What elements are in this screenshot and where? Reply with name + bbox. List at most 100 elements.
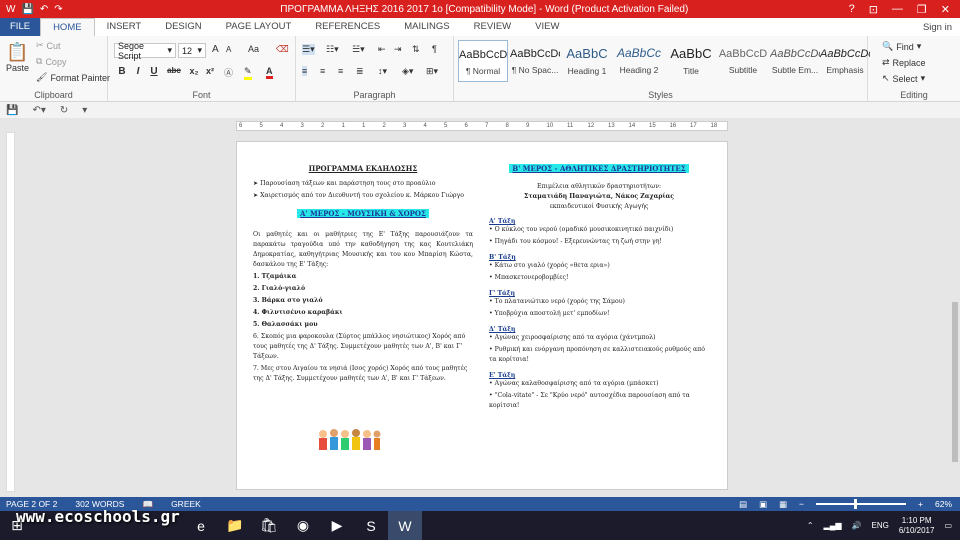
bullets-icon[interactable]: ☰▾ <box>302 44 315 55</box>
file-explorer-icon[interactable]: 📁 <box>218 511 252 540</box>
text-effects-icon[interactable]: Ⓐ <box>224 66 233 79</box>
clear-formatting-icon[interactable]: ⌫ <box>276 44 289 55</box>
bold-button[interactable]: B <box>114 66 130 77</box>
style-no-spacing[interactable]: AaBbCcDc ¶ No Spac... <box>510 40 560 82</box>
save-icon[interactable]: 💾 <box>6 105 18 116</box>
redo-icon[interactable]: ↷ <box>54 4 62 15</box>
tab-view[interactable]: VIEW <box>523 18 571 36</box>
zoom-out-icon[interactable]: − <box>799 499 804 509</box>
subscript-button[interactable]: x₂ <box>186 66 202 76</box>
volume-icon[interactable]: 🔊 <box>852 521 862 530</box>
grow-font-button[interactable]: A <box>212 44 219 55</box>
ruler-tick: 10 <box>546 123 554 129</box>
notifications-icon[interactable]: ▭ <box>944 521 952 530</box>
tray-chevron-icon[interactable]: ⌃ <box>807 521 814 530</box>
zoom-slider[interactable] <box>816 499 907 509</box>
numbering-icon[interactable]: ☷▾ <box>326 44 339 55</box>
clock[interactable]: 1:10 PM 6/10/2017 <box>899 516 935 536</box>
style-subtitle[interactable]: AaBbCcD Subtitle <box>718 40 768 82</box>
right-column: Β' ΜΕΡΟΣ - ΑΘΛΗΤΙΚΕΣ ΔΡΑΣΤΗΡΙΟΤΗΤΕΣ Επιμ… <box>489 164 709 413</box>
media-player-icon[interactable]: ▶ <box>320 511 354 540</box>
tab-mailings[interactable]: MAILINGS <box>392 18 461 36</box>
network-icon[interactable]: ▂▄▆ <box>824 521 842 530</box>
multilevel-list-icon[interactable]: ☱▾ <box>352 44 365 55</box>
horizontal-ruler[interactable]: 6 5 4 3 2 1 1 2 3 4 5 6 7 8 9 10 11 12 13 14 15 16 17 18 <box>236 121 728 131</box>
class-title: Ε' Τάξη <box>489 372 516 379</box>
align-right-icon[interactable]: ≡ <box>338 66 343 76</box>
read-mode-icon[interactable]: ▤ <box>739 499 747 510</box>
font-color-icon[interactable]: A <box>266 66 273 79</box>
word-icon[interactable]: W <box>6 4 15 15</box>
tab-insert[interactable]: INSERT <box>95 18 154 36</box>
children-clipart <box>319 429 381 450</box>
skype-icon[interactable]: S <box>354 511 388 540</box>
song-item: 7. Μες στου Αιγαίου τα νησιά (Ισος χορός… <box>253 365 468 382</box>
highlight-icon[interactable]: ✎ <box>244 66 252 80</box>
increase-indent-icon[interactable]: ⇥ <box>394 44 402 55</box>
cut-button[interactable]: ✂ Cut <box>36 40 61 51</box>
style-heading-2[interactable]: AaBbCc Heading 2 <box>614 40 664 82</box>
close-button[interactable]: ✕ <box>941 3 950 16</box>
edge-icon[interactable]: e <box>184 511 218 540</box>
store-icon[interactable]: 🛍 <box>252 511 286 540</box>
superscript-button[interactable]: x² <box>202 66 218 76</box>
chrome-icon[interactable]: ◉ <box>286 511 320 540</box>
keyboard-language[interactable]: ENG <box>872 521 889 530</box>
tab-file[interactable]: FILE <box>0 18 41 36</box>
font-size-select[interactable]: 12 ▾ <box>178 43 206 58</box>
undo-icon[interactable]: ↶▾ <box>32 105 45 116</box>
tab-page-layout[interactable]: PAGE LAYOUT <box>214 18 304 36</box>
show-formatting-button[interactable]: ¶ <box>432 44 437 54</box>
undo-icon[interactable]: ↶ <box>40 4 48 15</box>
strikethrough-button[interactable]: abc <box>164 66 184 75</box>
italic-button[interactable]: I <box>130 66 146 77</box>
scrollbar-thumb[interactable] <box>952 302 958 462</box>
class-title: Γ' Τάξη <box>489 290 515 297</box>
font-name-select[interactable]: Segoe Script ▾ <box>114 41 176 61</box>
borders-icon[interactable]: ⊞▾ <box>426 66 438 77</box>
style-subtle-emphasis[interactable]: AaBbCcDc Subtle Em... <box>770 40 820 82</box>
sign-in-link[interactable]: Sign in <box>923 22 960 33</box>
redo-icon[interactable]: ↻ <box>60 105 68 116</box>
vertical-scrollbar[interactable] <box>950 132 960 494</box>
style-heading-1[interactable]: AaBbC Heading 1 <box>562 40 612 82</box>
format-painter-button[interactable]: 🖌 Format Painter <box>36 72 110 83</box>
customize-icon[interactable]: ▾ <box>82 105 87 116</box>
align-left-icon[interactable]: ≡ <box>302 66 308 76</box>
shrink-font-button[interactable]: A <box>226 45 231 54</box>
tab-review[interactable]: REVIEW <box>462 18 523 36</box>
align-center-icon[interactable]: ≡ <box>320 66 325 76</box>
minimize-button[interactable]: — <box>892 3 903 16</box>
zoom-level[interactable]: 62% <box>935 499 952 509</box>
tab-design[interactable]: DESIGN <box>153 18 213 36</box>
sort-icon[interactable]: ⇅ <box>412 44 420 55</box>
help-button[interactable]: ? <box>849 3 855 16</box>
print-layout-icon[interactable]: ▣ <box>759 499 767 510</box>
zoom-in-icon[interactable]: + <box>918 499 923 509</box>
select-button[interactable]: ↖ Select ▾ <box>882 73 925 84</box>
class-title: Α' Τάξη <box>489 218 516 225</box>
style-normal[interactable]: AaBbCcDc¶ Normal <box>458 40 508 82</box>
line-spacing-icon[interactable]: ↕▾ <box>378 66 387 77</box>
document-page[interactable]: ΠΡΟΓΡΑΜΜΑ ΕΚΔΗΛΩΣΗΣ ➤ Παρουσίαση τάξεων … <box>236 141 728 490</box>
underline-button[interactable]: U <box>146 66 162 77</box>
shading-icon[interactable]: ◈▾ <box>402 66 413 77</box>
tab-home[interactable]: HOME <box>40 18 95 36</box>
find-button[interactable]: 🔍 Find ▾ <box>882 41 921 52</box>
chevron-down-icon: ▾ <box>197 45 202 55</box>
paste-button[interactable]: 📋 Paste <box>6 42 29 73</box>
save-icon[interactable]: 💾 <box>21 4 33 15</box>
change-case-button[interactable]: Aa <box>248 44 259 54</box>
word-taskbar-icon[interactable]: W <box>388 511 422 540</box>
vertical-ruler[interactable] <box>6 132 15 492</box>
copy-button[interactable]: ⧉ Copy <box>36 56 66 67</box>
style-title[interactable]: AaBbC Title <box>666 40 716 82</box>
replace-button[interactable]: ⇄ Replace <box>882 57 926 68</box>
tab-references[interactable]: REFERENCES <box>303 18 392 36</box>
style-emphasis[interactable]: AaBbCcDc Emphasis <box>820 40 870 82</box>
decrease-indent-icon[interactable]: ⇤ <box>378 44 386 55</box>
justify-icon[interactable]: ≣ <box>356 66 364 77</box>
restore-button[interactable]: ❐ <box>917 3 927 16</box>
web-layout-icon[interactable]: ▦ <box>779 499 787 510</box>
ribbon-display-button[interactable]: ⊡ <box>869 3 878 16</box>
